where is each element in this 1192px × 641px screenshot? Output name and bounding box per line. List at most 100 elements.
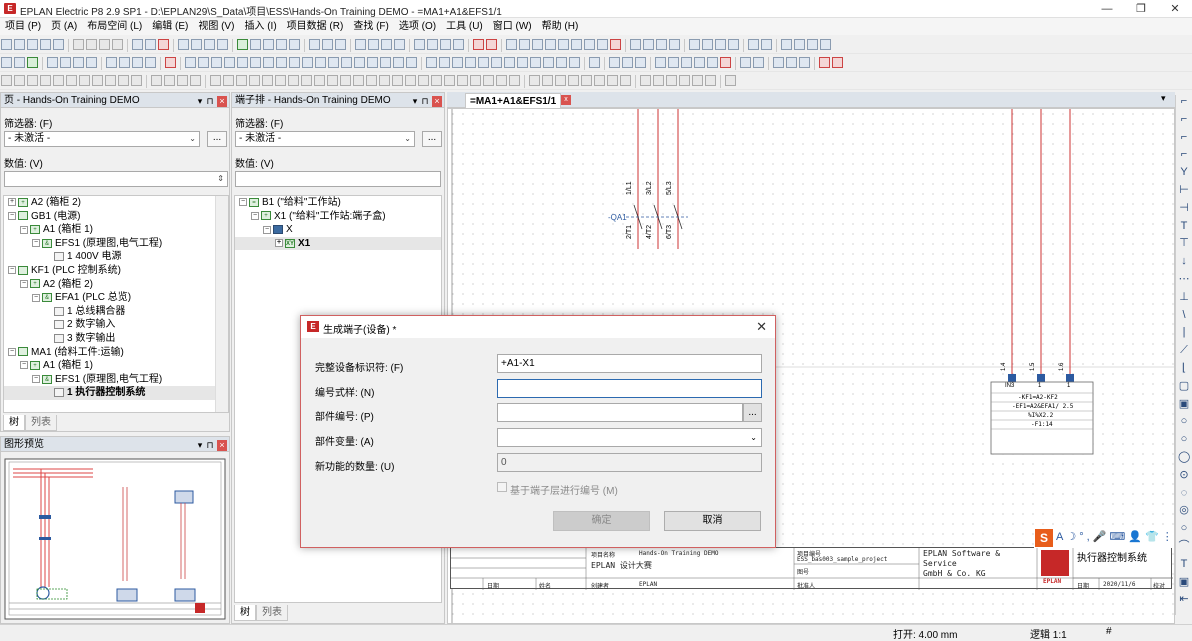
toolbar-tool-icon[interactable] — [753, 57, 764, 68]
toolbar-tool-icon[interactable] — [190, 75, 201, 86]
toolbar-tool-icon[interactable] — [73, 39, 84, 50]
toolbar-tool-icon[interactable] — [210, 75, 221, 86]
toolbar-tool-icon[interactable] — [781, 39, 792, 50]
toolbar-tool-icon[interactable] — [740, 57, 751, 68]
toolbar-tool-icon[interactable] — [440, 39, 451, 50]
toolbar-tool-icon[interactable] — [394, 39, 405, 50]
page-value-input[interactable]: ⇕ — [4, 171, 228, 187]
drawing-tool-icon[interactable]: | — [1178, 326, 1190, 338]
toolbar-tool-icon[interactable] — [473, 39, 484, 50]
toolbar-tool-icon[interactable] — [131, 75, 142, 86]
pin-icon[interactable]: ⊓ — [205, 438, 215, 453]
toolbar-tool-icon[interactable] — [132, 57, 143, 68]
toolbar-tool-icon[interactable] — [185, 57, 196, 68]
toolbar-tool-icon[interactable] — [470, 75, 481, 86]
toolbar-tool-icon[interactable] — [86, 39, 97, 50]
tree-node[interactable]: 2 数字输入 — [4, 318, 228, 332]
menu-tools[interactable]: 工具 (U) — [441, 18, 488, 35]
menu-find[interactable]: 查找 (F) — [348, 18, 394, 35]
toolbar-tool-icon[interactable] — [288, 75, 299, 86]
dropdown-icon[interactable]: ▾ — [410, 94, 420, 109]
toolbar-tool-icon[interactable] — [478, 57, 489, 68]
toolbar-tool-icon[interactable] — [581, 75, 592, 86]
toolbar-tool-icon[interactable] — [622, 57, 633, 68]
collapse-icon[interactable]: − — [20, 361, 28, 370]
microphone-icon[interactable]: 🎤 — [1093, 531, 1110, 543]
toolbar-tool-icon[interactable] — [165, 57, 176, 68]
toolbar-tool-icon[interactable] — [529, 75, 540, 86]
collapse-icon[interactable]: − — [263, 225, 271, 234]
menu-view[interactable]: 视图 (V) — [193, 18, 239, 35]
device-label[interactable]: -QA1 — [608, 213, 627, 222]
tree-node[interactable]: − + A2 (箱柜 2) — [4, 278, 228, 292]
toolbar-tool-icon[interactable] — [439, 57, 450, 68]
expand-icon[interactable]: + — [8, 198, 16, 207]
part-variant-select[interactable]: ⌄ — [497, 428, 762, 447]
collapse-icon[interactable]: − — [20, 279, 28, 288]
tree-node[interactable]: − GB1 (电源) — [4, 210, 228, 224]
toolbar-tool-icon[interactable] — [275, 75, 286, 86]
toolbar-tool-icon[interactable] — [289, 39, 300, 50]
toolbar-tool-icon[interactable] — [405, 75, 416, 86]
toolbar-tool-icon[interactable] — [237, 57, 248, 68]
drawing-tool-icon[interactable]: ⊙ — [1178, 469, 1190, 481]
toolbar-tool-icon[interactable] — [748, 39, 759, 50]
pin-icon[interactable]: ⊓ — [205, 94, 215, 109]
toolbar-tool-icon[interactable] — [355, 39, 366, 50]
part-number-browse-button[interactable]: ... — [743, 403, 762, 422]
toolbar-tool-icon[interactable] — [668, 57, 679, 68]
toolbar-tool-icon[interactable] — [707, 57, 718, 68]
drawing-tool-icon[interactable]: ⊢ — [1178, 184, 1190, 196]
collapse-icon[interactable]: − — [239, 198, 247, 207]
drawing-tool-icon[interactable]: ◎ — [1178, 504, 1190, 516]
drawing-tool-icon[interactable]: ○ — [1178, 522, 1190, 534]
drawing-tool-icon[interactable]: \ — [1178, 309, 1190, 321]
toolbar-tool-icon[interactable] — [309, 39, 320, 50]
moon-icon[interactable]: ☽ — [1066, 531, 1079, 543]
tree-node[interactable]: 1 400V 电源 — [4, 250, 228, 264]
toolbar-tool-icon[interactable] — [597, 39, 608, 50]
toolbar-tool-icon[interactable] — [832, 57, 843, 68]
toolbar-tool-icon[interactable] — [392, 75, 403, 86]
part-number-input[interactable] — [497, 403, 743, 422]
collapse-icon[interactable]: − — [32, 239, 40, 248]
toolbar-tool-icon[interactable] — [483, 75, 494, 86]
toolbar-tool-icon[interactable] — [594, 75, 605, 86]
document-tab[interactable]: =MA1+A1&EFS1/1 — [465, 93, 562, 108]
toolbar-tool-icon[interactable] — [237, 39, 248, 50]
toolbar-tool-icon[interactable] — [66, 75, 77, 86]
toolbar-tool-icon[interactable] — [607, 75, 618, 86]
drawing-tool-icon[interactable]: ○ — [1178, 433, 1190, 445]
punctuation-icon[interactable]: °, — [1079, 531, 1092, 543]
toolbar-tool-icon[interactable] — [555, 75, 566, 86]
toolbar-tool-icon[interactable] — [341, 57, 352, 68]
collapse-icon[interactable]: − — [32, 293, 40, 302]
toolbar-tool-icon[interactable] — [379, 75, 390, 86]
toolbar-tool-icon[interactable] — [381, 39, 392, 50]
drawing-tool-icon[interactable]: ⌐ — [1178, 95, 1190, 107]
drawing-tool-icon[interactable]: ⊣ — [1178, 202, 1190, 214]
toolbar-tool-icon[interactable] — [177, 75, 188, 86]
toolbar-tool-icon[interactable] — [223, 75, 234, 86]
toolbar-tool-icon[interactable] — [27, 39, 38, 50]
toolbar-tool-icon[interactable] — [725, 75, 736, 86]
toolbar-tool-icon[interactable] — [354, 57, 365, 68]
toolbar-tool-icon[interactable] — [14, 57, 25, 68]
toolbar-tool-icon[interactable] — [367, 57, 378, 68]
toolbar-tool-icon[interactable] — [250, 39, 261, 50]
drawing-tool-icon[interactable]: T — [1178, 558, 1190, 570]
drawing-tool-icon[interactable]: Y — [1178, 166, 1190, 178]
expand-icon[interactable]: + — [275, 239, 283, 248]
dialog-close-icon[interactable]: ✕ — [756, 319, 767, 335]
toolbar-tool-icon[interactable] — [655, 57, 666, 68]
toolbar-tool-icon[interactable] — [27, 75, 38, 86]
toolbar-tool-icon[interactable] — [426, 57, 437, 68]
toolbar-tool-icon[interactable] — [40, 75, 51, 86]
collapse-icon[interactable]: − — [251, 211, 259, 220]
drawing-tool-icon[interactable]: ⌐ — [1178, 113, 1190, 125]
page-filter-select[interactable]: - 未激活 - ⌄ — [4, 131, 200, 147]
toolbar-tool-icon[interactable] — [457, 75, 468, 86]
toolbar-tool-icon[interactable] — [506, 39, 517, 50]
tree-node[interactable]: − + X1 ("给料"工作站:端子盒) — [235, 210, 441, 224]
menu-page[interactable]: 页 (A) — [46, 18, 82, 35]
